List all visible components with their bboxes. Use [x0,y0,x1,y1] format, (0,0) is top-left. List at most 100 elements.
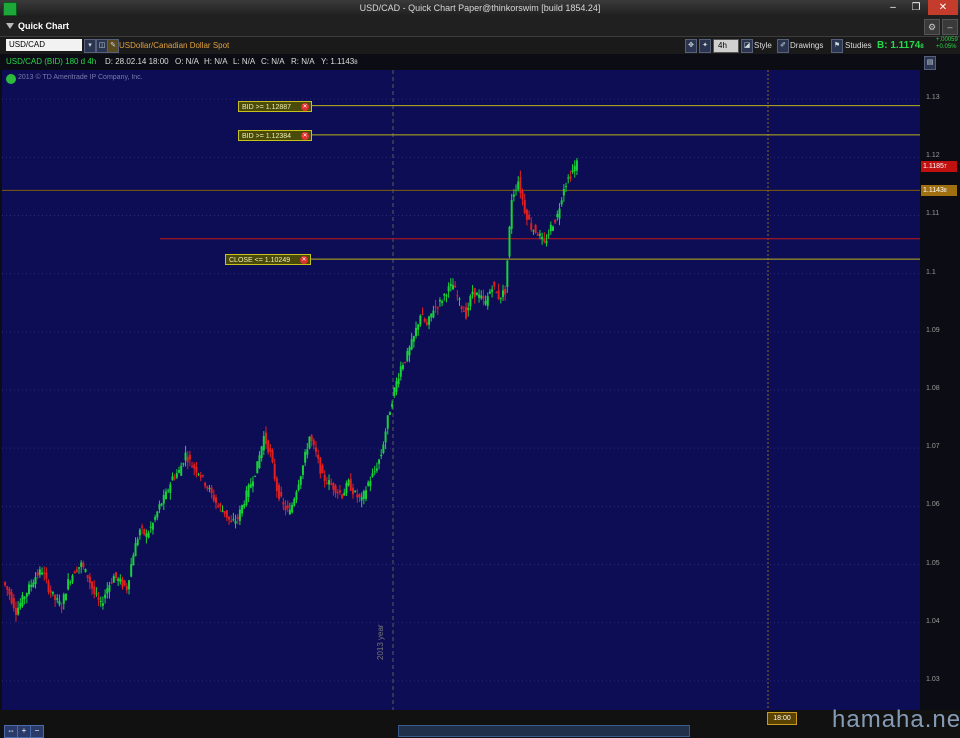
wrench-icon[interactable]: ✦ [699,39,711,53]
y-tick-label: 1.07 [926,443,940,451]
candle-body [523,199,526,213]
candle-body [441,301,444,304]
candle-body [299,476,302,485]
chart-scrollbar[interactable] [398,725,690,737]
year-marker: 2013 year [376,624,385,660]
candle-body [58,600,61,605]
candle-body [551,226,554,231]
candle-body [132,555,135,566]
candle-body [191,465,194,468]
candle-body [54,594,57,600]
candle-body [62,594,65,604]
candle-body [171,476,174,481]
studies-icon[interactable]: ⚑ [831,39,843,53]
alert-label[interactable]: BID >= 1.12384 ✕ [238,129,312,141]
studies-button[interactable]: Studies [845,41,872,50]
candle-body [393,387,396,396]
candle-body [108,585,111,592]
candle-body [162,494,165,504]
title-bar: USD/CAD - Quick Chart Paper@thinkorswim … [0,0,960,17]
candle-body [228,516,231,520]
candle-body [415,327,418,337]
candle-body [245,490,248,505]
zoom-in-icon[interactable]: + [17,725,31,738]
symbol-input[interactable]: USD/CAD [6,39,82,51]
chart-plot-area[interactable] [2,70,920,710]
candle-body [501,290,504,297]
delete-alert-icon[interactable]: ✕ [301,102,309,111]
zoom-out-icon[interactable]: − [30,725,44,738]
chart-menu-icon[interactable]: ▤ [924,56,936,70]
candle-body [151,523,154,530]
candle-body [469,295,472,307]
candle-body [36,572,39,576]
candle-body [488,291,491,294]
alert-label[interactable]: CLOSE <= 1.10249 ✕ [225,254,311,266]
candle-body [199,475,202,478]
candle-body [571,170,574,173]
candle-body [399,366,402,377]
candle-body [236,516,239,519]
style-icon[interactable]: ◪ [741,39,753,53]
y-tick-label: 1.1 [926,268,936,276]
bid-price: B: 1.11748 [877,40,924,51]
panel-close-icon[interactable]: – [942,19,958,35]
candle-body [56,598,59,600]
minimize-button[interactable]: – [882,0,904,15]
maximize-button[interactable]: ❐ [905,0,927,15]
candle-body [330,483,333,485]
candle-body [243,504,246,508]
candle-body [230,520,233,523]
drawings-button[interactable]: Drawings [790,41,823,50]
candle-body [91,581,94,589]
alert-label[interactable]: BID >= 1.12887 ✕ [238,100,312,112]
candle-body [401,365,404,370]
candle-body [8,588,11,595]
candle-body [319,457,322,474]
candle-body [536,234,539,236]
candle-body [28,584,31,594]
collapse-icon[interactable] [6,23,14,29]
candle-body [491,289,494,292]
edit-symbol-icon[interactable]: ✎ [107,39,119,53]
candle-body [4,582,7,586]
candle-body [97,597,100,600]
delete-alert-icon[interactable]: ✕ [301,131,309,140]
delete-alert-icon[interactable]: ✕ [300,256,308,265]
candle-body [291,504,294,513]
candle-body [114,572,117,578]
drawings-icon[interactable]: ✐ [777,39,789,53]
candle-body [293,498,296,506]
y-tick-label: 1.13 [926,94,940,102]
y-tick-label: 1.05 [926,559,940,567]
candle-body [499,297,502,299]
candle-body [378,459,381,464]
style-button[interactable]: Style [754,41,772,50]
candle-body [138,529,141,536]
candle-body [304,451,307,463]
candle-body [258,455,261,469]
crosshair-icon[interactable]: ✥ [685,39,697,53]
candle-body [34,576,37,585]
candle-body [310,435,313,442]
close-button[interactable]: ✕ [928,0,958,15]
candle-body [534,224,537,233]
candle-body [184,452,187,461]
candle-body [123,580,126,586]
candle-body [373,471,376,473]
candle-body [436,307,439,309]
symbol-dropdown-icon[interactable]: ▾ [84,39,96,53]
candle-body [567,177,570,179]
candle-body [6,586,9,590]
candle-body [30,584,33,587]
candle-body [41,572,44,575]
candle-body [49,590,52,593]
settings-icon[interactable]: ⚙ [924,19,940,35]
candle-body [480,295,483,299]
pan-icon[interactable]: ⇔ [4,725,18,738]
candle-body [473,288,476,298]
info-close: C: N/A [261,57,285,66]
candle-body [10,592,13,604]
candle-body [175,473,178,478]
candle-body [106,588,109,594]
